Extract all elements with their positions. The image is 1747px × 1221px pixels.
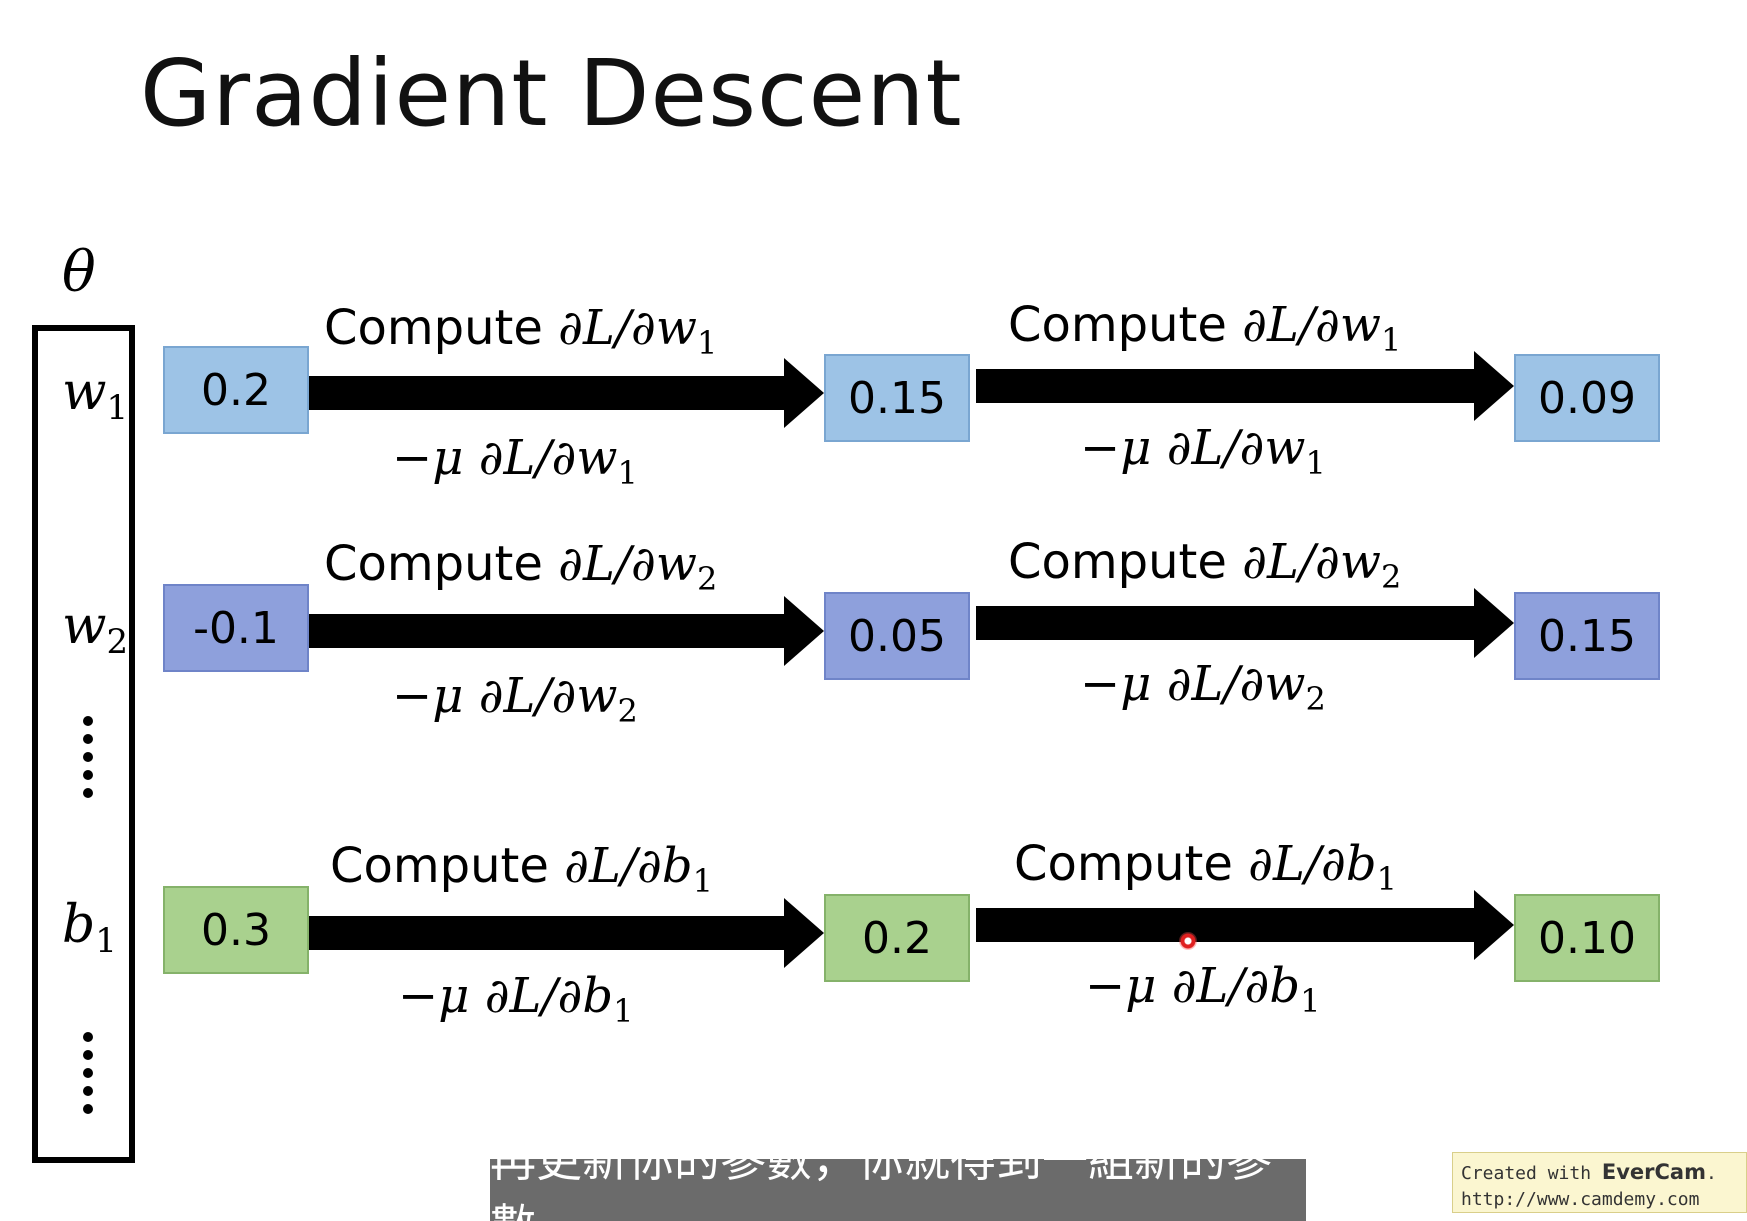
w2-step-label-2: −μ ∂L/∂w2 <box>1080 656 1326 718</box>
w1-compute-label-1: Compute ∂L/∂w1 <box>324 300 718 362</box>
watermark-url: http://www.camdemy.com <box>1461 1189 1700 1210</box>
vector-ellipsis-2 <box>82 1032 94 1114</box>
w2-update-arrow-1 <box>309 596 824 666</box>
watermark-created-line: Created with EverCam. <box>1461 1160 1717 1184</box>
b1-step-label-2: −μ ∂L/∂b1 <box>1085 958 1321 1020</box>
slide-title: Gradient Descent <box>140 40 963 147</box>
w2-value-2: 0.15 <box>1514 592 1660 680</box>
b1-update-arrow-1 <box>309 898 824 968</box>
b1-step-label-1: −μ ∂L/∂b1 <box>398 968 634 1030</box>
w2-compute-label-2: Compute ∂L/∂w2 <box>1008 534 1402 596</box>
vector-label-w1: w1 <box>62 362 129 428</box>
evercam-watermark: Created with EverCam. http://www.camdemy… <box>1452 1152 1747 1213</box>
b1-compute-label-2: Compute ∂L/∂b1 <box>1014 836 1397 898</box>
w2-value-0: -0.1 <box>163 584 309 672</box>
w1-value-0: 0.2 <box>163 346 309 434</box>
w1-update-arrow-2 <box>976 351 1514 421</box>
video-subtitle: 再更新你的參數，你就得到一組新的參數 <box>490 1159 1306 1221</box>
w1-step-label-1: −μ ∂L/∂w1 <box>392 430 638 492</box>
theta-symbol: θ <box>62 240 96 305</box>
w1-update-arrow-1 <box>309 358 824 428</box>
w2-compute-label-1: Compute ∂L/∂w2 <box>324 536 718 598</box>
w1-value-1: 0.15 <box>824 354 970 442</box>
b1-update-arrow-2 <box>976 890 1514 960</box>
w1-step-label-2: −μ ∂L/∂w1 <box>1080 420 1326 482</box>
b1-value-2: 0.10 <box>1514 894 1660 982</box>
w1-compute-label-2: Compute ∂L/∂w1 <box>1008 297 1402 359</box>
w2-step-label-1: −μ ∂L/∂w2 <box>392 668 638 730</box>
w2-update-arrow-2 <box>976 588 1514 658</box>
vector-label-w2: w2 <box>62 596 129 662</box>
vector-label-b1: b1 <box>62 895 117 961</box>
pointer-cursor-icon <box>1179 932 1197 950</box>
vector-ellipsis-1 <box>82 716 94 798</box>
b1-compute-label-1: Compute ∂L/∂b1 <box>330 838 713 900</box>
w2-value-1: 0.05 <box>824 592 970 680</box>
w1-value-2: 0.09 <box>1514 354 1660 442</box>
b1-value-0: 0.3 <box>163 886 309 974</box>
b1-value-1: 0.2 <box>824 894 970 982</box>
